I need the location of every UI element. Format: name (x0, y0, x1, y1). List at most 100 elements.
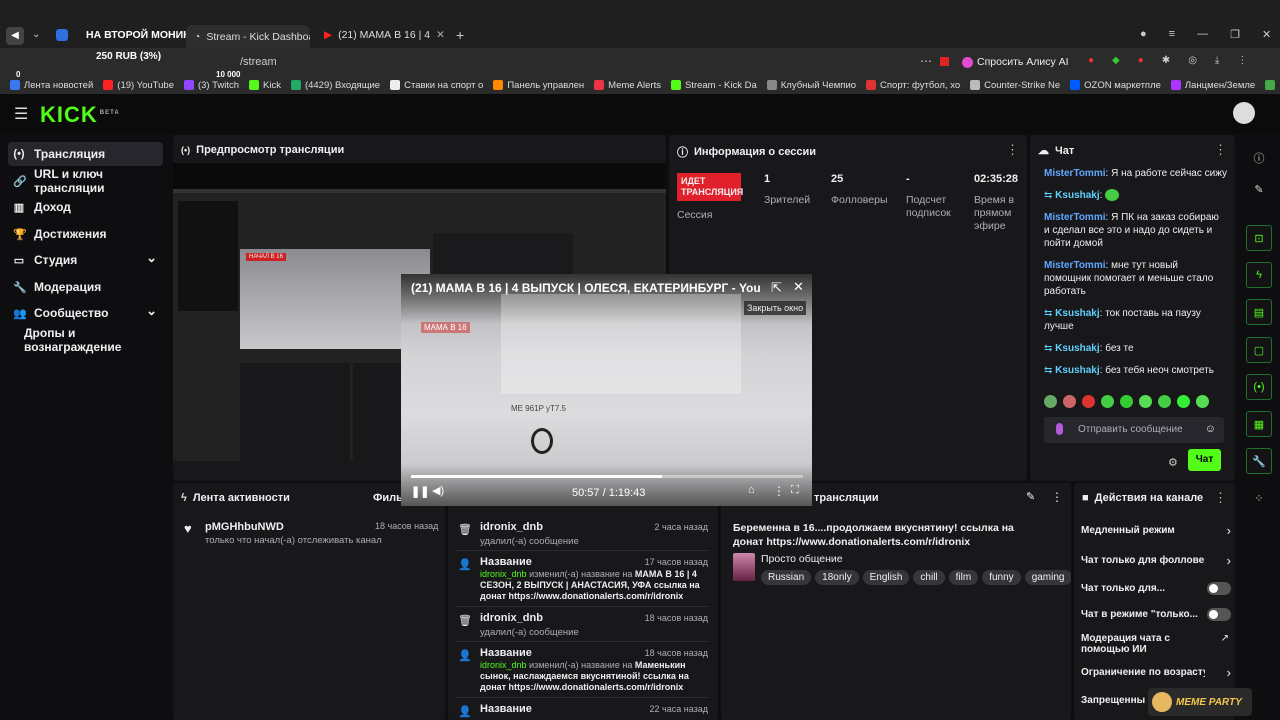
close-window-icon[interactable]: ✕ (1262, 28, 1271, 41)
more-options-icon[interactable]: ⋮ (773, 484, 785, 498)
sidebar-item-2[interactable]: ▥ Доход (8, 195, 163, 219)
drag-icon[interactable]: ⁘ (1246, 485, 1272, 511)
info-icon[interactable]: ⓘ (1246, 145, 1272, 171)
chat-menu-icon[interactable]: ⋮ (1214, 142, 1227, 158)
bookmark-item[interactable]: Ланцмен/Земле (1170, 80, 1255, 91)
emote-icon[interactable] (1044, 395, 1057, 408)
profile-icon[interactable]: ● (1140, 28, 1147, 41)
new-tab-button[interactable]: + (456, 27, 464, 43)
chat-username[interactable]: Ksushakj (1055, 343, 1099, 354)
emote-icon[interactable] (1063, 395, 1076, 408)
extension-red-icon[interactable]: ● (1088, 55, 1094, 66)
bookmark-item[interactable]: OZON маркетпле (1070, 80, 1161, 91)
lightning-icon[interactable]: ϟ (1246, 262, 1272, 288)
toggle-switch[interactable] (1207, 582, 1231, 595)
tag-chip[interactable]: chill (913, 570, 945, 585)
tab-close-icon[interactable]: ✕ (436, 29, 445, 41)
stream-info-menu-icon[interactable]: ⋮ (1051, 490, 1063, 504)
pause-icon[interactable]: ❚❚ (411, 485, 429, 498)
kick-logo[interactable]: KICK BETA (40, 102, 120, 128)
bookmark-item[interactable]: Ставки на спорт о (390, 80, 483, 91)
adblock-icon[interactable]: ● (1138, 55, 1144, 66)
channel-action-item[interactable]: Чат только для фолловеров › (1081, 553, 1231, 577)
emote-icon[interactable] (1196, 395, 1209, 408)
bookmark-item[interactable]: Панель управлен (493, 80, 584, 91)
save-icon[interactable]: ⌂ (748, 484, 755, 496)
puzzle-icon[interactable]: ✱ (1162, 55, 1170, 66)
bookmark-item[interactable]: Спорт: футбол, хо (866, 80, 960, 91)
tag-chip[interactable]: film (948, 570, 979, 585)
close-pip-icon[interactable]: ✕ (793, 279, 804, 295)
chat-username[interactable]: Ksushakj (1055, 190, 1099, 201)
tag-chip[interactable]: Russian (761, 570, 812, 585)
tag-chip[interactable]: English (862, 570, 910, 585)
pencil-icon[interactable]: ✎ (1246, 176, 1272, 202)
chat-username[interactable]: MisterTommi (1044, 212, 1106, 223)
bookmark-item[interactable]: (19) YouTube (103, 80, 174, 91)
bookmark-item[interactable]: Counter-Strike Ne (970, 80, 1060, 91)
hamburger-icon[interactable]: ☰ (14, 104, 28, 124)
camera-icon[interactable]: ⊡ (1246, 225, 1272, 251)
bookmark-item[interactable]: Kick (249, 80, 281, 91)
sidebar-item-4[interactable]: ▭ Студия ⌄ (8, 248, 163, 272)
bookmark-item[interactable]: Клубный Чемпио (766, 80, 856, 91)
bookmark-item[interactable]: Stream - Kick Da (670, 80, 757, 91)
fullscreen-icon[interactable]: ⛶ (791, 484, 799, 497)
shield-icon[interactable]: ◆ (1112, 55, 1120, 66)
progress-track[interactable] (411, 475, 803, 478)
channel-action-item[interactable]: Чат только для... (1081, 582, 1231, 605)
minimize-icon[interactable]: — (1197, 28, 1208, 41)
chat-username[interactable]: Ksushakj (1055, 365, 1099, 376)
chat-send-button[interactable]: Чат (1188, 449, 1221, 471)
emote-icon[interactable] (1120, 395, 1133, 408)
emote-icon[interactable] (1177, 395, 1190, 408)
user-avatar[interactable] (1233, 102, 1255, 124)
sidebar-item-1[interactable]: 🔗 URL и ключ трансляции (8, 167, 163, 195)
sidebar-item-3[interactable]: 🏆 Достижения (8, 222, 163, 246)
tag-chip[interactable]: gaming (1024, 570, 1071, 585)
modlog-actor[interactable]: idronix_dnb (480, 569, 527, 579)
list-icon[interactable]: ▤ (1246, 299, 1272, 325)
emote-icon[interactable] (1082, 395, 1095, 408)
chat-input[interactable]: Отправить сообщение ☺ (1044, 417, 1224, 443)
bookmark-item[interactable]: (3) Twitch (183, 80, 239, 91)
session-menu-icon[interactable]: ⋮ (1006, 142, 1019, 158)
chat-settings-icon[interactable]: ⚙ (1168, 456, 1178, 469)
bookmark-item[interactable]: Короли (1265, 80, 1280, 91)
back-to-tab-icon[interactable]: ⇱ (771, 280, 782, 296)
emote-icon[interactable] (1158, 395, 1171, 408)
download-icon[interactable]: ⤓ (1215, 55, 1219, 66)
sidebar-item-5[interactable]: 🔧 Модерация (8, 275, 163, 299)
emote-icon[interactable] (1139, 395, 1152, 408)
page-actions-icon[interactable]: ⋯ (920, 54, 932, 68)
bookmark-item[interactable]: Лента новостей (10, 80, 93, 91)
chevron-down-icon[interactable]: ⌄ (146, 303, 157, 319)
bookmark-item[interactable]: Meme Alerts (594, 80, 661, 91)
bookmark-flag-icon[interactable] (940, 57, 949, 66)
tab-kick-dashboard[interactable]: ◔ Stream - Kick Dashboar (186, 25, 310, 48)
edit-icon[interactable]: ✎ (1026, 490, 1035, 503)
chevron-down-icon[interactable]: ⌄ (146, 250, 157, 266)
layout-icon[interactable]: ▦ (1246, 411, 1272, 437)
restore-icon[interactable]: ❐ (1230, 28, 1240, 41)
url-field[interactable]: /stream (240, 56, 277, 68)
tab-youtube[interactable]: ▶ (21) МАМА В 16 | 4 ✕ (324, 25, 446, 45)
emoji-icon[interactable]: ☺ (1205, 423, 1216, 435)
tab-second-monitor[interactable]: НА ВТОРОЙ МОНИК (86, 25, 190, 45)
broadcast-icon[interactable]: (•) (1246, 374, 1272, 400)
chat-username[interactable]: MisterTommi (1044, 260, 1106, 271)
chat-icon[interactable]: ▢ (1246, 337, 1272, 363)
channel-action-item[interactable]: Медленный режим › (1081, 523, 1231, 547)
menu-icon[interactable]: ≡ (1169, 28, 1175, 41)
wrench-icon[interactable]: 🔧 (1246, 448, 1272, 474)
sync-icon[interactable]: ◎ (1188, 55, 1197, 66)
mic-icon[interactable] (1056, 423, 1063, 435)
channel-action-item[interactable]: Модерация чата с помощью ИИ ↗ (1081, 633, 1231, 655)
channel-action-item[interactable]: Чат в режиме "только... (1081, 608, 1231, 631)
more-icon[interactable]: ⋮ (1237, 55, 1247, 66)
tab-pinned-icon[interactable] (56, 29, 68, 41)
tag-chip[interactable]: 18only (815, 570, 859, 585)
tab-list-chevron-icon[interactable]: ⌄ (32, 29, 40, 40)
toggle-switch[interactable] (1207, 608, 1231, 621)
chat-username[interactable]: MisterTommi (1044, 168, 1106, 179)
